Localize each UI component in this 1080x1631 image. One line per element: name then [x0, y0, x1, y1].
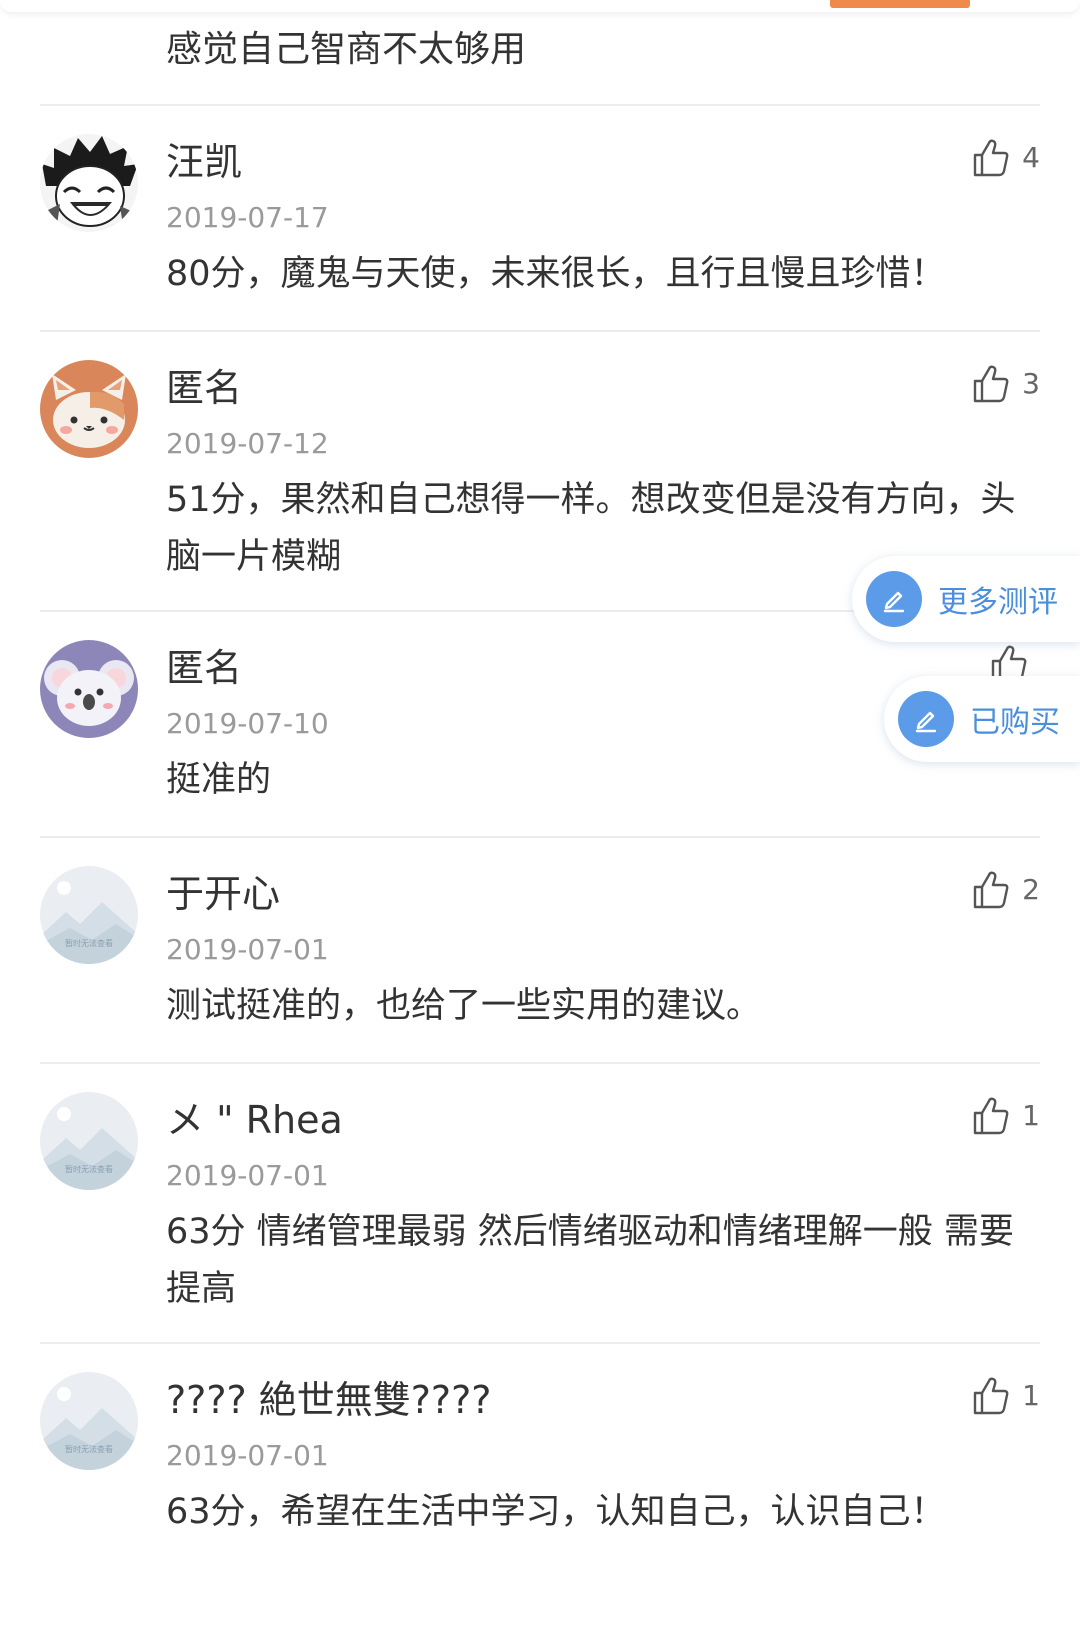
like-button[interactable]: 1: [972, 1094, 1040, 1138]
thumbs-up-icon: [973, 871, 1009, 909]
previous-comment-text: 感觉自己智商不太够用: [166, 29, 527, 70]
avatar[interactable]: 暂时无法查看: [40, 866, 138, 964]
svg-text:暂时无法查看: 暂时无法查看: [65, 1444, 113, 1454]
thumbs-up-icon: [973, 139, 1009, 177]
comment-text: 63分，希望在生活中学习，认知自己，认识自己！: [166, 1492, 946, 1532]
edit-icon: [898, 691, 954, 747]
placeholder-avatar-icon: 暂时无法查看: [40, 1092, 138, 1190]
comment-author[interactable]: 汪凯: [166, 136, 242, 188]
comment-author[interactable]: 匿名: [166, 642, 242, 694]
comment-text: 80分，魔鬼与天使，未来很长，且行且慢且珍惜！: [166, 254, 946, 294]
cat-avatar-icon: [40, 360, 138, 458]
like-count: 4: [1022, 141, 1040, 174]
thumbs-up-icon: [973, 1097, 1009, 1135]
avatar[interactable]: [40, 360, 138, 458]
comment-date: 2019-07-17: [166, 201, 329, 234]
like-button[interactable]: 3: [972, 362, 1040, 406]
more-tests-label: 更多测评: [938, 585, 1058, 620]
like-count: 1: [1022, 1099, 1040, 1132]
comment-text: 测试挺准的，也给了一些实用的建议。: [166, 986, 762, 1026]
comment-item: 暂时无法查看 于开心 2019-07-01 测试挺准的，也给了一些实用的建议。 …: [0, 838, 1080, 1064]
avatar[interactable]: [40, 640, 138, 738]
comment-item: 汪凯 2019-07-17 80分，魔鬼与天使，未来很长，且行且慢且珍惜！ 4: [0, 106, 1080, 332]
like-button[interactable]: 4: [972, 136, 1040, 180]
like-count: 3: [1022, 367, 1040, 400]
purchased-label: 已购买: [970, 705, 1060, 740]
comment-text: 挺准的: [166, 760, 272, 800]
comment-item: 暂时无法查看 メ " Rhea 2019-07-01 63分 情绪管理最弱 然后…: [0, 1064, 1080, 1342]
comment-date: 2019-07-01: [166, 1159, 329, 1192]
edit-icon: [866, 571, 922, 627]
purchased-button[interactable]: 已购买: [884, 676, 1080, 762]
koala-avatar-icon: [40, 640, 138, 738]
more-tests-button[interactable]: 更多测评: [852, 556, 1080, 642]
comment-date: 2019-07-12: [166, 427, 329, 460]
like-button[interactable]: 1: [972, 1374, 1040, 1418]
comment-author[interactable]: ???? 絶世無雙????: [166, 1374, 491, 1426]
avatar[interactable]: 暂时无法查看: [40, 1092, 138, 1190]
like-count: 2: [1022, 873, 1040, 906]
svg-text:暂时无法查看: 暂时无法查看: [65, 1164, 113, 1174]
like-count: 1: [1022, 1379, 1040, 1412]
like-button[interactable]: 2: [972, 868, 1040, 912]
thumbs-up-icon: [973, 365, 1009, 403]
comment-date: 2019-07-10: [166, 707, 329, 740]
placeholder-avatar-icon: 暂时无法查看: [40, 866, 138, 964]
comment-author[interactable]: 于开心: [166, 868, 280, 920]
active-tab-indicator: [830, 0, 970, 8]
svg-text:暂时无法查看: 暂时无法查看: [65, 938, 113, 948]
placeholder-avatar-icon: 暂时无法查看: [40, 1372, 138, 1470]
avatar[interactable]: [40, 134, 138, 232]
comment-author[interactable]: メ " Rhea: [166, 1094, 343, 1146]
comment-text: 63分 情绪管理最弱 然后情绪驱动和情绪理解一般 需要提高: [166, 1212, 1014, 1309]
comment-date: 2019-07-01: [166, 1439, 329, 1472]
comment-item: 暂时无法查看 ???? 絶世無雙???? 2019-07-01 63分，希望在生…: [0, 1344, 1080, 1631]
thumbs-up-icon: [973, 1377, 1009, 1415]
manga-avatar-icon: [40, 134, 138, 232]
comment-author[interactable]: 匿名: [166, 362, 242, 414]
avatar[interactable]: 暂时无法查看: [40, 1372, 138, 1470]
comment-date: 2019-07-01: [166, 933, 329, 966]
